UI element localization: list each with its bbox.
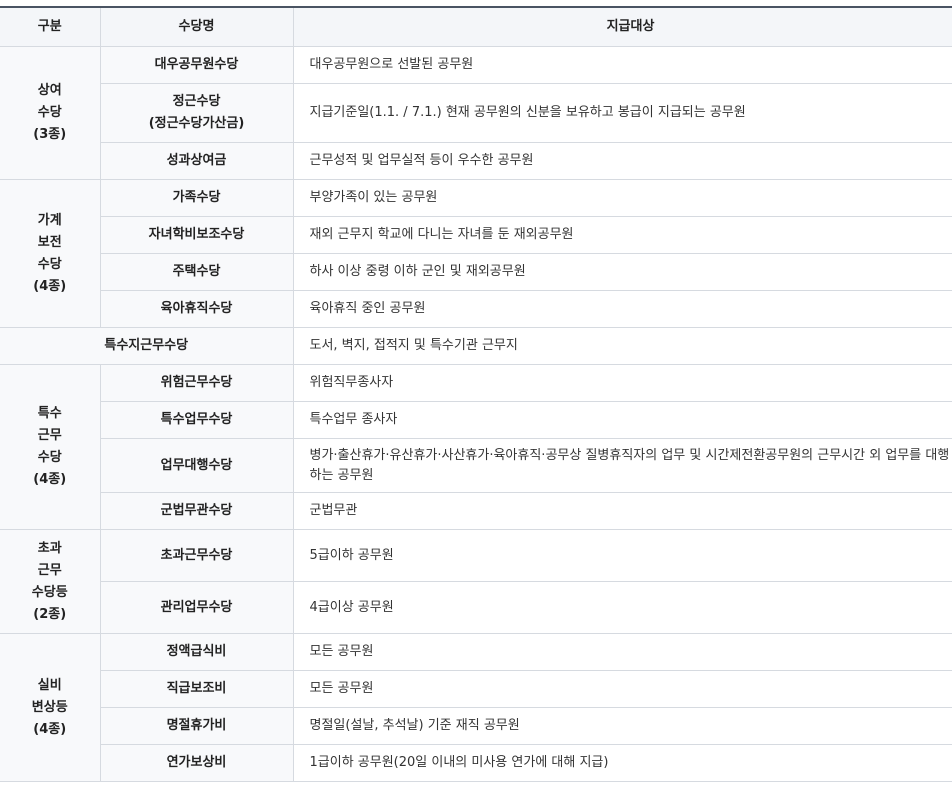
eligibility-cell: 명절일(설날, 추석날) 기준 재직 공무원 (292, 707, 952, 745)
eligibility-cell: 특수업무 종사자 (292, 401, 952, 439)
category-cell: 상여 수당 (3종) (0, 46, 101, 180)
allowance-name-cell: 연가보상비 (99, 744, 294, 782)
allowance-name-cell: 관리업무수당 (99, 581, 294, 634)
eligibility-cell: 재외 근무지 학교에 다니는 자녀를 둔 재외공무원 (292, 216, 952, 254)
table-row: 자녀학비보조수당 재외 근무지 학교에 다니는 자녀를 둔 재외공무원 (0, 216, 952, 254)
header-eligibility: 지급대상 (292, 6, 952, 47)
allowance-name-cell: 군법무관수당 (99, 492, 294, 530)
allowance-name-cell: 자녀학비보조수당 (99, 216, 294, 254)
table-row: 실비 변상등 (4종) 정액급식비 모든 공무원 (0, 633, 952, 782)
category-label: 초과 근무 수당등 (2종) (31, 540, 68, 622)
table-header-row: 구분 수당명 지급대상 (0, 6, 952, 47)
category-label: 가계 보전 수당 (4종) (33, 212, 67, 294)
eligibility-cell: 위험직무종사자 (292, 364, 952, 402)
category-label: 실비 변상등 (4종) (31, 677, 68, 737)
eligibility-cell: 부양가족이 있는 공무원 (292, 179, 952, 217)
allowance-name-cell: 정액급식비 (99, 633, 294, 671)
table-row: 연가보상비 1급이하 공무원(20일 이내의 미사용 연가에 대해 지급) (0, 744, 952, 782)
table-row: 정근수당 (정근수당가산금) 지급기준일(1.1. / 7.1.) 현재 공무원… (0, 83, 952, 143)
table-row: 관리업무수당 4급이상 공무원 (0, 581, 952, 634)
eligibility-cell: 모든 공무원 (292, 633, 952, 671)
table-row: 직급보조비 모든 공무원 (0, 670, 952, 708)
header-category: 구분 (0, 6, 101, 47)
allowance-name-cell: 업무대행수당 (99, 438, 294, 493)
allowance-name-cell: 명절휴가비 (99, 707, 294, 745)
category-label: 특수 근무 수당 (4종) (33, 406, 67, 487)
category-cell: 특수 근무 수당 (4종) (0, 364, 101, 530)
allowance-name-cell: 대우공무원수당 (99, 46, 294, 84)
eligibility-cell: 병가·출산휴가·유산휴가·사산휴가·육아휴직·공무상 질병휴직자의 업무 및 시… (292, 438, 952, 493)
allowance-name-cell: 특수업무수당 (99, 401, 294, 439)
allowance-name-cell: 육아휴직수당 (99, 290, 294, 328)
table-row: 초과 근무 수당등 (2종) 초과근무수당 5급이하 공무원 (0, 529, 952, 634)
category-cell: 초과 근무 수당등 (2종) (0, 529, 101, 634)
table-row: 특수 근무 수당 (4종) 위험근무수당 위험직무종사자 (0, 364, 952, 530)
category-label: 상여 수당 (3종) (33, 83, 67, 142)
eligibility-cell: 지급기준일(1.1. / 7.1.) 현재 공무원의 신분을 보유하고 봉급이 … (292, 83, 952, 143)
table-row: 육아휴직수당 육아휴직 중인 공무원 (0, 290, 952, 328)
eligibility-cell: 도서, 벽지, 접적지 및 특수기관 근무지 (292, 327, 952, 365)
eligibility-cell: 근무성적 및 업무실적 등이 우수한 공무원 (292, 142, 952, 180)
table-row: 특수업무수당 특수업무 종사자 (0, 401, 952, 439)
category-cell: 가계 보전 수당 (4종) (0, 179, 101, 328)
allowance-name-cell: 주택수당 (99, 253, 294, 291)
eligibility-cell: 군법무관 (292, 492, 952, 530)
eligibility-cell: 1급이하 공무원(20일 이내의 미사용 연가에 대해 지급) (292, 744, 952, 782)
table-row: 업무대행수당 병가·출산휴가·유산휴가·사산휴가·육아휴직·공무상 질병휴직자의… (0, 438, 952, 493)
allowance-name-cell: 정근수당 (정근수당가산금) (99, 83, 294, 143)
table-row: 주택수당 하사 이상 중령 이하 군인 및 재외공무원 (0, 253, 952, 291)
table-row: 명절휴가비 명절일(설날, 추석날) 기준 재직 공무원 (0, 707, 952, 745)
allowance-name-cell: 직급보조비 (99, 670, 294, 708)
allowance-name-cell: 성과상여금 (99, 142, 294, 180)
table-row: 군법무관수당 군법무관 (0, 492, 952, 530)
header-allowance-name: 수당명 (99, 6, 294, 47)
eligibility-cell: 대우공무원으로 선발된 공무원 (292, 46, 952, 84)
eligibility-cell: 4급이상 공무원 (292, 581, 952, 634)
category-cell: 실비 변상등 (4종) (0, 633, 101, 782)
eligibility-cell: 모든 공무원 (292, 670, 952, 708)
table-row: 상여 수당 (3종) 대우공무원수당 대우공무원으로 선발된 공무원 (0, 46, 952, 180)
allowance-table: 구분 수당명 지급대상 상여 수당 (3종) 대우공무원수당 대우공무원으로 선… (0, 6, 952, 782)
allowance-name-cell: 위험근무수당 (99, 364, 294, 402)
table-row: 특수지근무수당 도서, 벽지, 접적지 및 특수기관 근무지 (0, 327, 952, 365)
allowance-name-cell: 초과근무수당 (99, 529, 294, 582)
eligibility-cell: 육아휴직 중인 공무원 (292, 290, 952, 328)
allowance-name-cell: 가족수당 (99, 179, 294, 217)
table-row: 성과상여금 근무성적 및 업무실적 등이 우수한 공무원 (0, 142, 952, 180)
table-row: 가계 보전 수당 (4종) 가족수당 부양가족이 있는 공무원 (0, 179, 952, 328)
eligibility-cell: 5급이하 공무원 (292, 529, 952, 582)
eligibility-cell: 하사 이상 중령 이하 군인 및 재외공무원 (292, 253, 952, 291)
allowance-name-cell: 특수지근무수당 (0, 327, 294, 365)
